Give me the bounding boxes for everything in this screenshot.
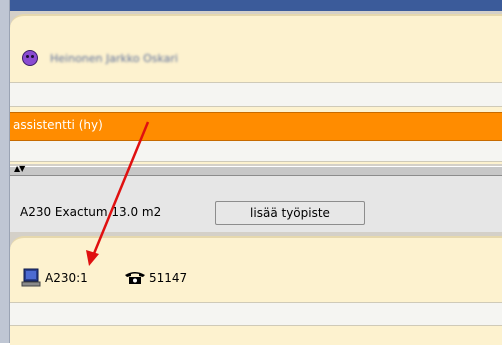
role-bar[interactable]: assistentti (hy) xyxy=(10,112,502,141)
room-row: A230 Exactum 13.0 m2 lisää työpiste xyxy=(10,176,502,232)
computer-icon xyxy=(21,268,41,287)
role-label: assistentti (hy) xyxy=(13,118,103,132)
empty-row xyxy=(10,141,502,162)
left-edge-bar xyxy=(0,0,10,343)
phone-number: 51147 xyxy=(149,271,188,285)
person-row[interactable]: Heinonen Jarkko Oskari xyxy=(10,16,502,80)
workstation-panel: A230:1 51147 xyxy=(10,236,502,345)
person-name[interactable]: Heinonen Jarkko Oskari xyxy=(50,52,178,65)
divider-arrows[interactable]: ▲▼ xyxy=(14,164,25,173)
top-bar xyxy=(0,0,502,11)
room-label: A230 Exactum 13.0 m2 xyxy=(20,205,162,219)
workstation-id: A230:1 xyxy=(45,271,88,285)
empty-row xyxy=(10,302,502,326)
split-divider[interactable]: ▲▼ xyxy=(10,164,502,176)
add-workstation-button[interactable]: lisää työpiste xyxy=(215,201,365,225)
person-panel: Heinonen Jarkko Oskari assistentti (hy) xyxy=(10,14,502,164)
triangle-down-icon[interactable]: ▼ xyxy=(19,164,25,173)
avatar-icon xyxy=(22,50,38,66)
workstation-row[interactable]: A230:1 51147 xyxy=(10,260,502,287)
phone-icon xyxy=(125,272,145,284)
empty-row xyxy=(10,82,502,107)
app-window: Heinonen Jarkko Oskari assistentti (hy) … xyxy=(0,0,502,345)
